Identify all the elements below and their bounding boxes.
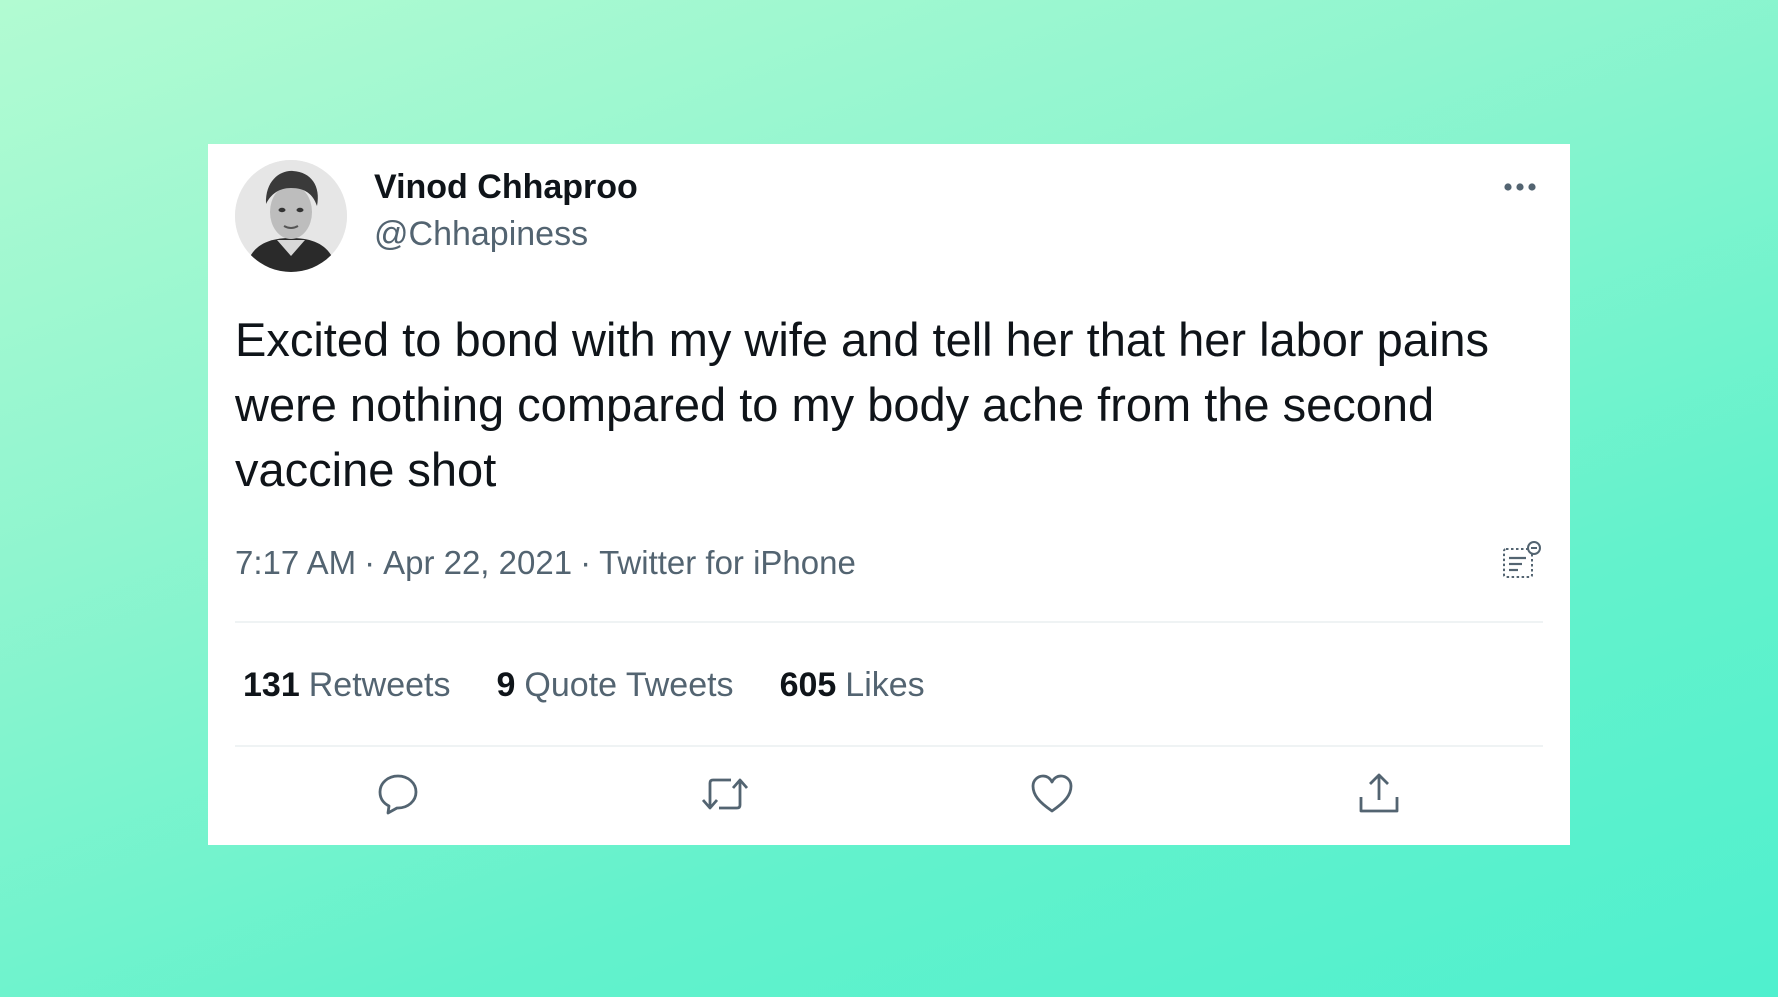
- retweets-count: 131: [243, 666, 300, 704]
- quote-tweets-count: 9: [496, 666, 516, 704]
- heart-icon: [1031, 774, 1073, 813]
- avatar[interactable]: [235, 160, 347, 272]
- share-icon: [1359, 773, 1399, 813]
- meta-separator: ·: [364, 544, 376, 581]
- retweet-icon: [701, 778, 749, 810]
- meta-separator: ·: [580, 544, 592, 581]
- avatar-portrait-icon: [235, 160, 347, 272]
- tweet-date[interactable]: Apr 22, 2021: [383, 544, 572, 581]
- divider: [235, 745, 1543, 747]
- likes-stat[interactable]: 605 Likes: [780, 666, 925, 705]
- tweet-text: Excited to bond with my wife and tell he…: [235, 313, 1490, 496]
- share-button[interactable]: [1349, 764, 1409, 824]
- likes-count: 605: [779, 666, 837, 704]
- like-button[interactable]: [1022, 764, 1082, 824]
- retweets-stat[interactable]: 131 Retweets: [243, 666, 450, 705]
- likes-label: Likes: [845, 666, 925, 704]
- retweet-button[interactable]: [695, 764, 755, 824]
- analytics-icon[interactable]: [1498, 540, 1542, 584]
- tweet-source[interactable]: Twitter for iPhone: [599, 544, 856, 581]
- tweet-actions: [208, 764, 1570, 834]
- author-handle[interactable]: @Chhapiness: [374, 215, 588, 254]
- reply-icon: [378, 774, 418, 815]
- tweet-stats: 131 Retweets 9 Quote Tweets 605 Likes: [243, 666, 925, 705]
- tweet-meta: 7:17 AM · Apr 22, 2021 · Twitter for iPhone: [235, 544, 856, 582]
- divider: [235, 621, 1543, 623]
- reply-button[interactable]: [368, 764, 428, 824]
- tweet-card: Vinod Chhaproo @Chhapiness Excited to bo…: [208, 144, 1570, 845]
- tweet-time[interactable]: 7:17 AM: [235, 544, 356, 581]
- quote-tweets-stat[interactable]: 9 Quote Tweets: [496, 666, 733, 705]
- author-display-name[interactable]: Vinod Chhaproo: [374, 168, 638, 207]
- more-horizontal-icon[interactable]: [1500, 172, 1540, 202]
- retweets-label: Retweets: [308, 666, 451, 704]
- quote-tweets-label: Quote Tweets: [524, 666, 734, 704]
